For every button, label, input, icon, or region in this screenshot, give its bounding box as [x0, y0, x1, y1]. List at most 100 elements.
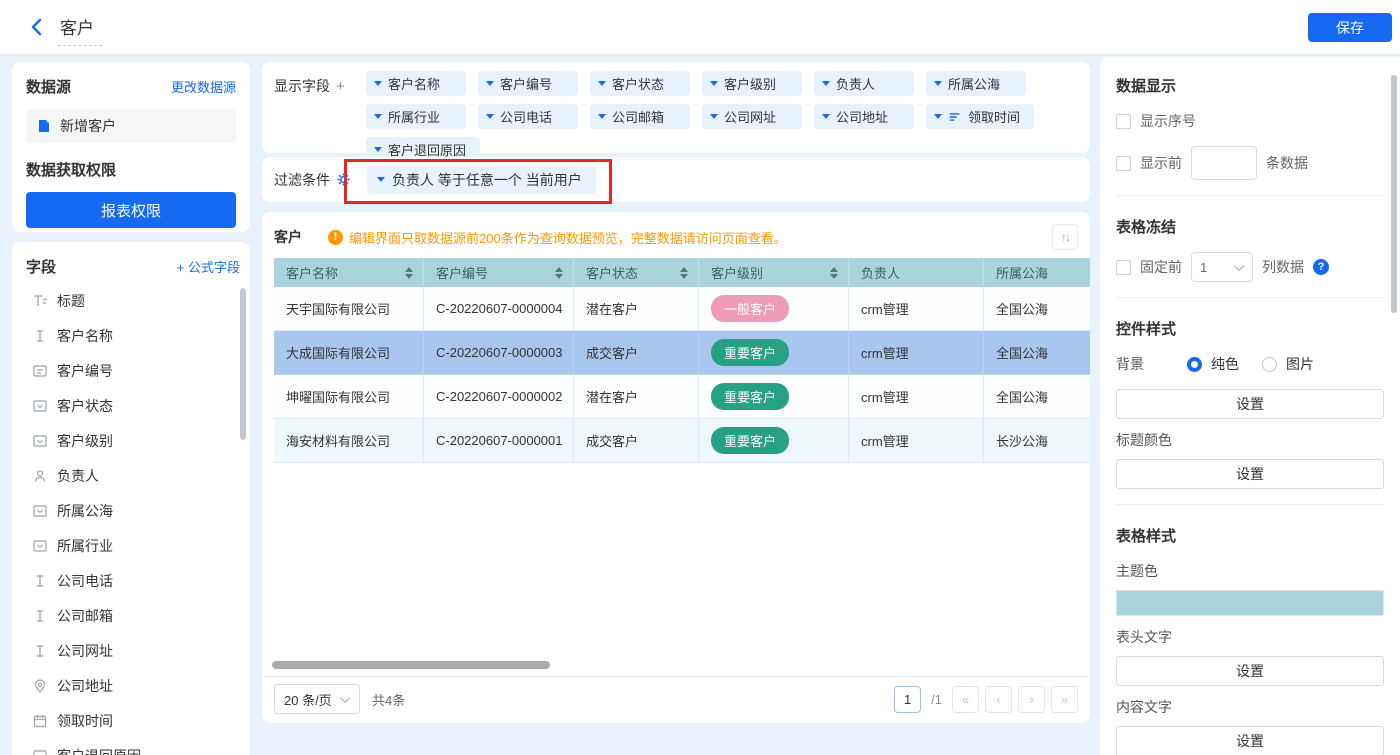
fields-title: 字段 [26, 256, 56, 277]
field-chip[interactable]: 所属公海 [926, 71, 1026, 96]
horizontal-scrollbar[interactable] [272, 661, 550, 669]
field-item[interactable]: 客户状态 [26, 388, 240, 423]
chevron-down-icon [822, 114, 830, 119]
report-permission-button[interactable]: 报表权限 [26, 192, 236, 228]
table-row[interactable]: 海安材料有限公司 C-20220607-0000001 成交客户 重要客户 cr… [274, 419, 1090, 463]
table-row[interactable]: 天宇国际有限公司 C-20220607-0000004 潜在客户 一般客户 cr… [274, 287, 1090, 331]
cell-pool: 全国公海 [984, 331, 1090, 375]
field-item[interactable]: 客户级别 [26, 423, 240, 458]
field-chip[interactable]: 所属行业 [366, 104, 466, 129]
add-display-field-button[interactable]: + [336, 78, 345, 95]
cell-customer-name: 天宇国际有限公司 [274, 287, 424, 331]
page-size-select[interactable]: 20 条/页 [274, 684, 360, 714]
column-header[interactable]: 客户级别 [699, 258, 849, 287]
solid-color-radio[interactable] [1187, 357, 1202, 372]
cell-customer-code: C-20220607-0000003 [424, 331, 574, 375]
field-item[interactable]: 公司网址 [26, 633, 240, 668]
location-icon [32, 678, 48, 694]
background-set-button[interactable]: 设置 [1116, 389, 1384, 419]
field-chip[interactable]: 客户名称 [366, 71, 466, 96]
fields-scrollbar[interactable] [240, 288, 246, 440]
field-item[interactable]: 公司地址 [26, 668, 240, 703]
sort-lines-icon [948, 110, 962, 124]
chevron-down-icon [374, 114, 382, 119]
column-header[interactable]: 所属公海 [984, 258, 1090, 287]
field-item[interactable]: 所属公海 [26, 493, 240, 528]
first-page-button[interactable]: « [952, 686, 979, 713]
chevron-down-icon [710, 114, 718, 119]
title-color-set-button[interactable]: 设置 [1116, 459, 1384, 489]
sort-order-icon[interactable]: ↑↓ [1052, 224, 1078, 250]
cell-customer-level: 重要客户 [699, 331, 849, 375]
rows-count-input[interactable] [1191, 146, 1257, 180]
field-chip[interactable]: 领取时间 [926, 104, 1034, 129]
back-icon[interactable] [26, 16, 48, 38]
image-radio[interactable] [1262, 357, 1277, 372]
field-chip[interactable]: 公司电话 [478, 104, 578, 129]
total-count: 共4条 [372, 690, 405, 709]
field-chip[interactable]: 公司网址 [702, 104, 802, 129]
column-header[interactable]: 客户编号 [424, 258, 574, 287]
column-header[interactable]: 客户状态 [574, 258, 699, 287]
content-text-set-button[interactable]: 设置 [1116, 726, 1384, 755]
show-index-checkbox[interactable] [1116, 114, 1131, 129]
settings-scrollbar[interactable] [1391, 75, 1397, 313]
add-formula-field-link[interactable]: + 公式字段 [177, 257, 240, 276]
title-icon [32, 293, 48, 309]
column-header[interactable]: 客户名称 [274, 258, 424, 287]
field-chip[interactable]: 公司邮箱 [590, 104, 690, 129]
column-header[interactable]: 负责人 [849, 258, 984, 287]
field-item[interactable]: 客户退回原因 [26, 738, 240, 755]
sort-icon[interactable] [405, 267, 413, 279]
sort-icon[interactable] [555, 267, 563, 279]
cell-owner: crm管理 [849, 331, 984, 375]
field-item[interactable]: 公司电话 [26, 563, 240, 598]
cell-owner: crm管理 [849, 419, 984, 463]
fix-columns-select[interactable]: 1 [1191, 252, 1253, 282]
save-button[interactable]: 保存 [1308, 13, 1392, 42]
sort-icon[interactable] [680, 267, 688, 279]
field-label: 负责人 [57, 466, 99, 486]
field-item[interactable]: 所属行业 [26, 528, 240, 563]
last-page-button[interactable]: » [1051, 686, 1078, 713]
page-number-input[interactable] [894, 686, 921, 713]
field-chip[interactable]: 客户编号 [478, 71, 578, 96]
solid-color-label: 纯色 [1211, 354, 1239, 374]
datasource-item[interactable]: 新增客户 [26, 109, 236, 143]
pagination-bar: 20 条/页 共4条 /1 « ‹ › » [274, 683, 1078, 715]
theme-color-swatch[interactable] [1116, 590, 1384, 616]
field-item[interactable]: 客户编号 [26, 353, 240, 388]
show-first-checkbox[interactable] [1116, 156, 1131, 171]
display-fields-label: 显示字段 [274, 78, 330, 94]
sort-icon[interactable] [830, 267, 838, 279]
field-label: 公司网址 [57, 641, 113, 661]
change-datasource-link[interactable]: 更改数据源 [171, 77, 236, 96]
field-chip[interactable]: 客户级别 [702, 71, 802, 96]
next-page-button[interactable]: › [1018, 686, 1045, 713]
field-chip[interactable]: 负责人 [814, 71, 914, 96]
image-label: 图片 [1286, 354, 1314, 374]
gear-icon[interactable] [336, 172, 351, 187]
fix-columns-checkbox[interactable] [1116, 260, 1131, 275]
field-chip[interactable]: 公司地址 [814, 104, 914, 129]
table-row[interactable]: 坤曜国际有限公司 C-20220607-0000002 潜在客户 重要客户 cr… [274, 375, 1090, 419]
select-icon [32, 748, 48, 755]
page-title: 客户 [58, 14, 102, 46]
divider [1116, 195, 1384, 196]
chevron-down-icon [374, 147, 382, 152]
field-chip[interactable]: 客户状态 [590, 71, 690, 96]
field-item[interactable]: 标题 [26, 283, 240, 318]
field-item[interactable]: 客户名称 [26, 318, 240, 353]
filter-condition-chip[interactable]: 负责人 等于任意一个 当前用户 [367, 166, 596, 194]
field-item[interactable]: 公司邮箱 [26, 598, 240, 633]
select-icon [32, 433, 48, 449]
fields-card: 字段 + 公式字段 标题 客户名称 客户编号 客户状态 客户级别 负责人 所属公… [12, 242, 250, 755]
help-icon[interactable]: ? [1313, 259, 1329, 275]
header-text-set-button[interactable]: 设置 [1116, 656, 1384, 686]
prev-page-button[interactable]: ‹ [985, 686, 1012, 713]
field-item[interactable]: 负责人 [26, 458, 240, 493]
permission-title: 数据获取权限 [26, 159, 236, 180]
field-item[interactable]: 领取时间 [26, 703, 240, 738]
divider [262, 676, 1090, 677]
table-row-selected[interactable]: 大成国际有限公司 C-20220607-0000003 成交客户 重要客户 cr… [274, 331, 1090, 375]
